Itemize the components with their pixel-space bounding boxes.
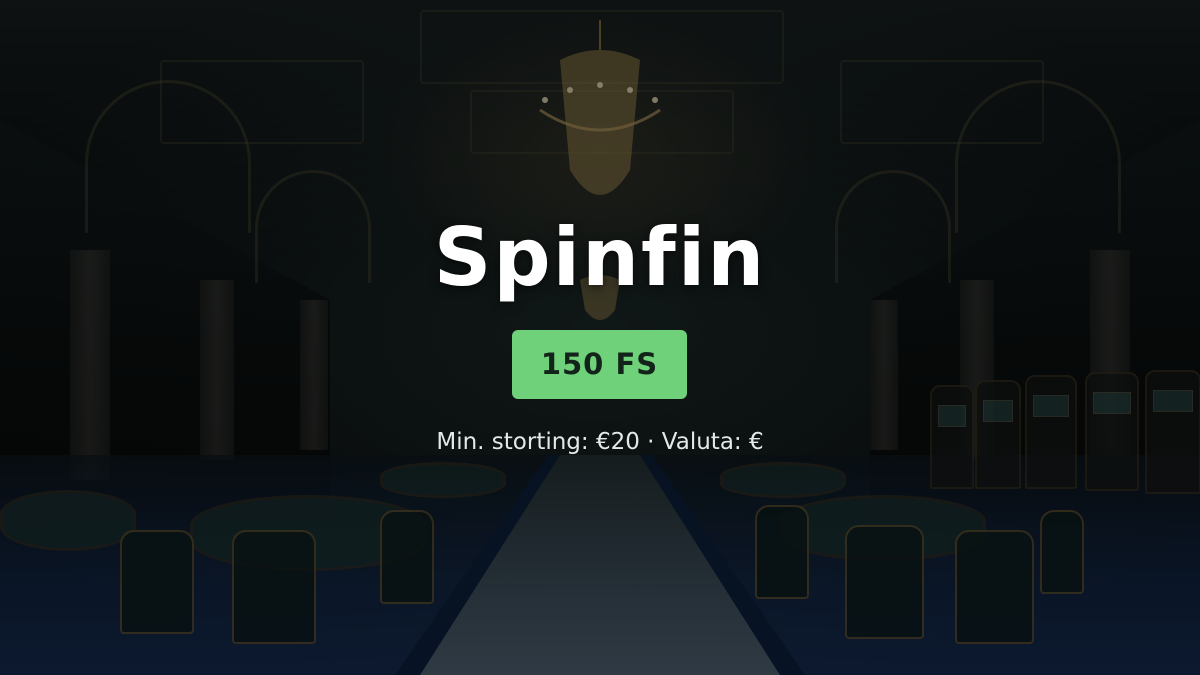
casino-banner: Spinfin 150 FS Min. storting: €20 · Valu… — [0, 0, 1200, 675]
banner-content: Spinfin 150 FS Min. storting: €20 · Valu… — [0, 0, 1200, 675]
deposit-currency-details: Min. storting: €20 · Valuta: € — [436, 429, 764, 455]
casino-brand-title: Spinfin — [433, 211, 767, 304]
free-spins-badge: 150 FS — [512, 330, 687, 399]
